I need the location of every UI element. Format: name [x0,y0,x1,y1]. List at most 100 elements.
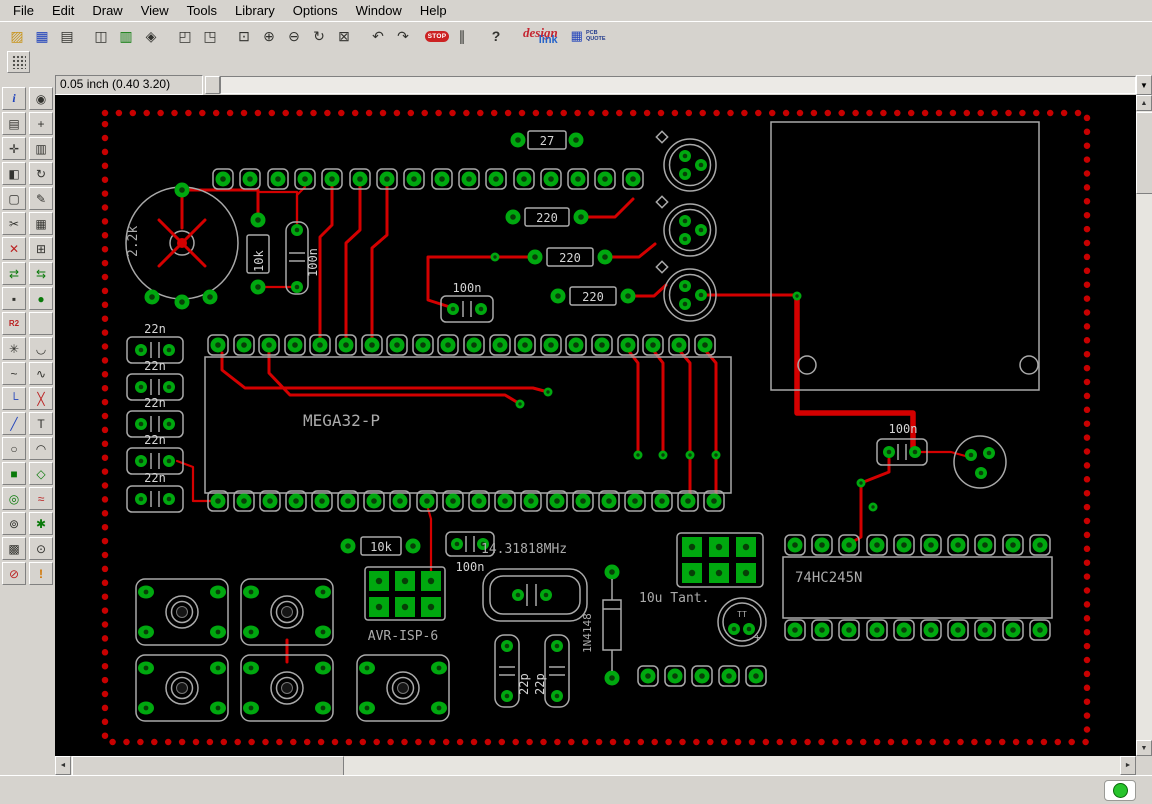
horizontal-scrollbar[interactable]: ◄ ► [55,756,1136,777]
zoom-redraw-button[interactable]: ↻ [307,24,331,48]
coordinate-bar-handle[interactable] [205,76,220,94]
signal-tool-button[interactable]: ≈ [29,487,53,510]
zoom-select-button[interactable]: ⊠ [332,24,356,48]
polygon-tool-button[interactable]: ◇ [29,462,53,485]
drill-button[interactable]: ▥ [114,24,138,48]
display-layers-button[interactable]: ▤ [2,112,26,135]
component-avr-isp[interactable]: AVR-ISP-6 [364,566,446,644]
optimize-tool-button[interactable]: ∿ [29,362,53,385]
replace-tool-button[interactable]: ⇆ [29,262,53,285]
component-cap-10u-tant[interactable]: 10u Tant. TT + [639,591,767,647]
menu-draw[interactable]: Draw [83,1,131,20]
drc-tool-button[interactable]: ⊙ [29,537,53,560]
group-tool-button[interactable]: ▢ [2,187,26,210]
wire-tool-button[interactable]: ╱ [2,412,26,435]
menu-library[interactable]: Library [226,1,284,20]
warning-tool-button[interactable]: ! [29,562,53,585]
run-ulp-button[interactable]: ◈ [139,24,163,48]
stop-button[interactable]: STOP [424,24,450,48]
autorouter-tool-button[interactable]: ▩ [2,537,26,560]
component-pin-header-bottom[interactable] [637,665,767,687]
menu-file[interactable]: File [4,1,43,20]
hole-tool-button[interactable]: ⊚ [2,512,26,535]
component-can-3[interactable] [656,261,716,321]
menu-help[interactable]: Help [411,1,456,20]
component-switch-3[interactable] [135,654,229,722]
miter-tool-button[interactable]: ◡ [29,337,53,360]
menu-edit[interactable]: Edit [43,1,83,20]
component-cap-22p-pair[interactable]: 22p 22p [495,635,569,707]
arc-tool-button[interactable]: ◠ [29,437,53,460]
scroll-up-button[interactable]: ▲ [1136,95,1152,111]
junction-tool-button[interactable]: ● [29,287,53,310]
component-resistor-10k-horizontal[interactable]: 10k [340,536,421,556]
command-input[interactable] [220,76,1136,94]
component-can-2[interactable] [656,196,716,256]
menu-window[interactable]: Window [347,1,411,20]
pcb-drawing[interactable]: 27 2.2k 10k 100n 220 220 220 100n 22n 22… [55,95,1136,756]
component-crystal[interactable]: 14.31818MHz [481,542,588,622]
lock-tool-button[interactable]: ▪ [2,287,26,310]
mark-tool-button[interactable]: + [29,112,53,135]
menu-tools[interactable]: Tools [178,1,226,20]
zoom-in-button[interactable]: ⊕ [257,24,281,48]
mirror-tool-button[interactable]: ◧ [2,162,26,185]
vertical-scrollbar[interactable]: ▲ ▼ [1136,95,1152,756]
component-switch-4[interactable] [240,654,334,722]
paste-tool-button[interactable]: ▦ [29,212,53,235]
scroll-left-button[interactable]: ◄ [55,756,71,775]
split-tool-button[interactable]: ~ [2,362,26,385]
smash-tool-button[interactable]: ✳ [2,337,26,360]
menu-options[interactable]: Options [284,1,347,20]
redo-button[interactable]: ↷ [391,24,415,48]
name-tool-button[interactable]: R2 [2,312,26,335]
component-mega32[interactable]: MEGA32-P [204,334,732,512]
horizontal-scroll-thumb[interactable] [72,756,344,777]
component-cap-22n-column[interactable]: 22n 22n 22n 22n 22n [127,322,183,512]
errors-tool-button[interactable]: ⊘ [2,562,26,585]
design-link-logo[interactable]: design link [519,26,562,46]
rect-tool-button[interactable]: ■ [2,462,26,485]
zoom-fit-button[interactable]: ⊡ [232,24,256,48]
help-button[interactable]: ? [484,24,508,48]
show-tool-button[interactable]: ◉ [29,87,53,110]
delete-tool-button[interactable]: ✕ [2,237,26,260]
zoom-out-button[interactable]: ⊖ [282,24,306,48]
component-module-outline[interactable] [770,121,1040,391]
info-tool-button[interactable]: i [2,87,26,110]
undo-button[interactable]: ↶ [366,24,390,48]
vertical-scroll-thumb[interactable] [1136,112,1152,194]
print-button[interactable]: ▤ [55,24,79,48]
route-tool-button[interactable]: └ [2,387,26,410]
schematic-editor-button[interactable]: ◳ [198,24,222,48]
component-switch-1[interactable] [135,578,229,646]
component-can-1[interactable] [656,131,716,191]
component-cap-100n-right[interactable]: 100n [876,422,928,466]
component-cap-100n-left[interactable]: 100n [440,281,494,323]
component-switch-2[interactable] [240,578,334,646]
command-dropdown-button[interactable]: ▼ [1136,75,1152,95]
component-resistor-27[interactable]: 27 [510,130,584,150]
measure-button[interactable]: ∥ [450,24,474,48]
component-resistor-10k-vertical[interactable]: 10k [246,212,270,295]
component-74hc245[interactable]: 74HC245N [782,534,1053,641]
scroll-down-button[interactable]: ▼ [1136,740,1152,756]
ratsnest-tool-button[interactable]: ✱ [29,512,53,535]
component-resistor-220-3[interactable]: 220 [550,286,636,306]
board-editor-button[interactable]: ◰ [173,24,197,48]
component-switch-5[interactable] [356,654,450,722]
open-button[interactable]: ▨ [5,24,29,48]
component-resistor-220-1[interactable]: 220 [505,207,589,227]
ripup-tool-button[interactable]: ╳ [29,387,53,410]
grid-settings-button[interactable] [7,51,30,73]
circle-tool-button[interactable]: ○ [2,437,26,460]
pcb-quote-logo[interactable]: ▦ PCB QUOTE [571,28,606,44]
save-button[interactable]: ▦ [30,24,54,48]
component-cap-100n-vertical[interactable]: 100n [285,221,320,295]
board-outline-dots[interactable] [101,109,1091,746]
component-resistor-220-2[interactable]: 220 [527,247,613,267]
text-tool-button[interactable]: T [29,412,53,435]
board-canvas[interactable]: 27 2.2k 10k 100n 220 220 220 100n 22n 22… [55,95,1136,756]
component-transistor[interactable] [953,435,1007,489]
component-header-2x3[interactable] [676,532,764,588]
